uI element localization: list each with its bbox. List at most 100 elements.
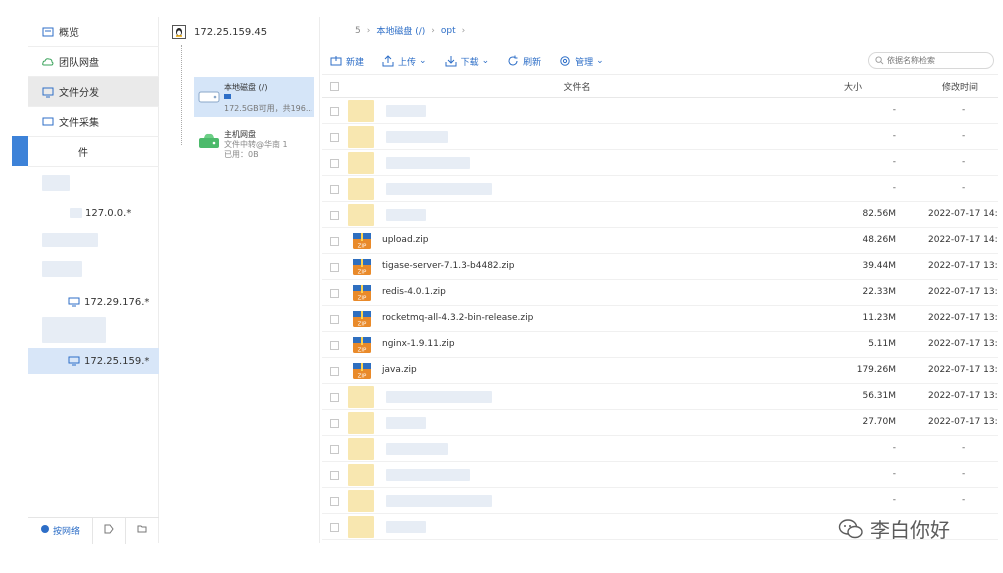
watermark: 李白你好: [838, 514, 950, 543]
row-checkbox[interactable]: [330, 367, 339, 376]
file-name[interactable]: redis-4.0.1.zip: [382, 287, 446, 297]
file-modified-time: 2022-07-17 13:: [928, 313, 998, 323]
row-checkbox[interactable]: [330, 237, 339, 246]
table-row[interactable]: ZIP rocketmq-all-4.3.2-bin-release.zip 11.…: [322, 306, 998, 332]
blurred-region: [42, 317, 106, 343]
table-row[interactable]: 56.31M 2022-07-17 13:: [322, 384, 998, 410]
file-name[interactable]: rocketmq-all-4.3.2-bin-release.zip: [382, 313, 533, 323]
nav-item-file[interactable]: 件: [28, 137, 159, 167]
row-checkbox[interactable]: [330, 185, 339, 194]
file-name[interactable]: nginx-1.9.11.zip: [382, 339, 455, 349]
disk-usage-bar: [224, 94, 231, 99]
blurred-name: [386, 469, 470, 481]
nav-item-file-distribute[interactable]: 文件分发: [28, 77, 159, 107]
column-header-name[interactable]: 文件名: [322, 80, 832, 93]
new-button[interactable]: 新建: [330, 55, 364, 68]
monitor-icon: [68, 296, 80, 308]
nav-item-team-drive[interactable]: 团队网盘: [28, 47, 159, 77]
table-row[interactable]: --: [322, 488, 998, 514]
local-disk-card[interactable]: 本地磁盘 (/) 172.5GB可用，共196...: [194, 77, 314, 117]
blurred-region: [70, 208, 82, 218]
tab-by-network[interactable]: 按网络: [28, 518, 92, 544]
download-button[interactable]: 下载 ⌄: [445, 55, 489, 68]
row-checkbox[interactable]: [330, 445, 339, 454]
table-row[interactable]: --: [322, 462, 998, 488]
file-name[interactable]: upload.zip: [382, 235, 428, 245]
disk-meta: 172.5GB可用，共196...: [224, 104, 312, 113]
row-checkbox[interactable]: [330, 523, 339, 532]
row-checkbox[interactable]: [330, 263, 339, 272]
hard-disk-icon: [198, 88, 220, 107]
nav-item-label: 文件分发: [59, 88, 99, 99]
file-modified-time: -: [962, 495, 966, 505]
table-row[interactable]: --: [322, 124, 998, 150]
row-checkbox[interactable]: [330, 419, 339, 428]
host-item-127[interactable]: 127.0.0.*: [28, 200, 159, 226]
zip-file-icon: ZIP: [352, 232, 372, 250]
blurred-icon: [348, 204, 374, 226]
host-item-172-25[interactable]: 172.25.159.*: [28, 348, 159, 374]
file-size: 179.26M: [856, 365, 896, 375]
refresh-button[interactable]: 刷新: [507, 55, 541, 68]
upload-button[interactable]: 上传 ⌄: [382, 55, 427, 68]
chevron-right-icon: ›: [461, 25, 466, 36]
file-modified-time: 2022-07-17 13:: [928, 365, 998, 375]
upload-label: 上传: [398, 57, 417, 68]
table-row[interactable]: ZIP upload.zip 48.26M 2022-07-17 14:: [322, 228, 998, 254]
file-size: 48.26M: [862, 235, 896, 245]
row-checkbox[interactable]: [330, 289, 339, 298]
file-size: -: [892, 183, 896, 193]
row-checkbox[interactable]: [330, 107, 339, 116]
file-size: 22.33M: [862, 287, 896, 297]
row-checkbox[interactable]: [330, 315, 339, 324]
window-left-edge: [0, 17, 28, 543]
row-checkbox[interactable]: [330, 393, 339, 402]
file-size: -: [892, 105, 896, 115]
file-modified-time: 2022-07-17 13:: [928, 261, 998, 271]
nav-item-file-collect[interactable]: 文件采集: [28, 107, 159, 137]
table-row[interactable]: ZIP redis-4.0.1.zip 22.33M 2022-07-17 13:: [322, 280, 998, 306]
file-name[interactable]: tigase-server-7.1.3-b4482.zip: [382, 261, 514, 271]
row-checkbox[interactable]: [330, 133, 339, 142]
breadcrumb-item-disk[interactable]: 本地磁盘 (/): [376, 24, 425, 37]
row-checkbox[interactable]: [330, 341, 339, 350]
table-row[interactable]: ZIP tigase-server-7.1.3-b4482.zip 39.44M 20…: [322, 254, 998, 280]
search-input[interactable]: [887, 56, 987, 65]
blurred-icon: [348, 152, 374, 174]
table-row[interactable]: 27.70M 2022-07-17 13:: [322, 410, 998, 436]
table-row[interactable]: --: [322, 176, 998, 202]
watermark-text: 李白你好: [870, 518, 950, 542]
chevron-down-icon: ⌄: [419, 56, 427, 66]
file-modified-time: -: [962, 469, 966, 479]
host-drive-used: 已用：0B: [224, 150, 259, 159]
table-row[interactable]: ZIP nginx-1.9.11.zip 5.11M 2022-07-17 13:: [322, 332, 998, 358]
column-header-time[interactable]: 修改时间: [942, 80, 978, 93]
table-row[interactable]: 82.56M 2022-07-17 14:: [322, 202, 998, 228]
file-modified-time: -: [962, 131, 966, 141]
svg-text:ZIP: ZIP: [358, 322, 367, 328]
host-ip: 172.25.159.45: [194, 26, 268, 38]
host-item-172-29[interactable]: 172.29.176.*: [28, 289, 159, 315]
row-checkbox[interactable]: [330, 497, 339, 506]
monitor-icon: [68, 355, 80, 367]
blurred-icon: [348, 412, 374, 434]
table-row[interactable]: --: [322, 150, 998, 176]
upload-icon: [382, 55, 394, 67]
nav-item-overview[interactable]: 概览: [28, 17, 159, 47]
host-drive-card[interactable]: 主机网盘 文件中转@华南 1 已用：0B: [194, 127, 314, 163]
breadcrumb-item-opt[interactable]: opt: [441, 26, 456, 36]
row-checkbox[interactable]: [330, 211, 339, 220]
column-header-size[interactable]: 大小: [844, 80, 862, 93]
tab-tag[interactable]: [92, 517, 125, 544]
svg-text:ZIP: ZIP: [358, 374, 367, 380]
table-row[interactable]: --: [322, 436, 998, 462]
table-row[interactable]: ZIP java.zip 179.26M 2022-07-17 13:: [322, 358, 998, 384]
file-name[interactable]: java.zip: [382, 365, 417, 375]
row-checkbox[interactable]: [330, 471, 339, 480]
refresh-icon: [508, 55, 518, 66]
table-row[interactable]: --: [322, 98, 998, 124]
manage-button[interactable]: 管理 ⌄: [559, 55, 604, 68]
row-checkbox[interactable]: [330, 159, 339, 168]
file-modified-time: -: [962, 183, 966, 193]
tab-folder[interactable]: [125, 517, 158, 544]
